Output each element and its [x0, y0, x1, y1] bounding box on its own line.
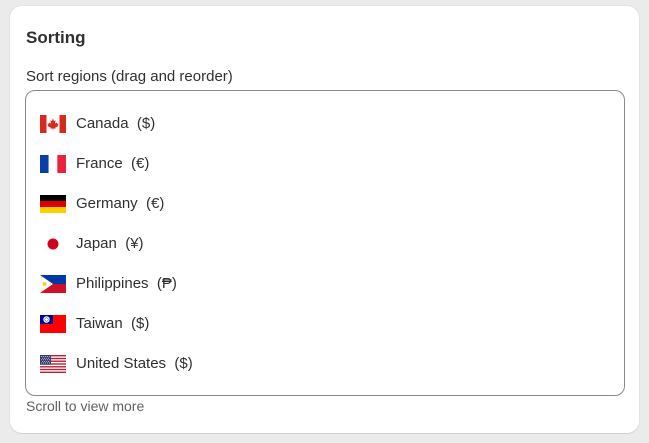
- region-currency: ($): [136, 115, 156, 132]
- region-currency: (€): [146, 195, 165, 212]
- region-name: Canada: [76, 115, 129, 132]
- region-currency: ($): [174, 355, 193, 372]
- region-item-united-states[interactable]: United States ($): [26, 344, 624, 384]
- region-item-canada[interactable]: Canada ($): [26, 104, 624, 144]
- region-label: Philippines (₱): [76, 275, 177, 293]
- region-list: Canada ($) France (€) Germany (€) Japan …: [26, 104, 624, 384]
- scroll-hint: Scroll to view more: [26, 398, 145, 414]
- region-name: Germany: [76, 195, 138, 212]
- region-name: United States: [76, 355, 167, 372]
- region-name: Taiwan: [76, 315, 123, 332]
- region-currency: (₱): [156, 275, 177, 292]
- japan-flag-icon: [40, 235, 66, 253]
- region-name: Philippines: [76, 275, 149, 292]
- region-label: Taiwan ($): [76, 315, 149, 333]
- region-label: Germany (€): [76, 195, 164, 213]
- region-item-philippines[interactable]: Philippines (₱): [26, 264, 624, 304]
- france-flag-icon: [40, 155, 66, 173]
- region-item-france[interactable]: France (€): [26, 144, 624, 184]
- germany-flag-icon: [40, 195, 66, 213]
- region-label: Canada ($): [76, 115, 155, 133]
- taiwan-flag-icon: [40, 315, 66, 333]
- region-label: United States ($): [76, 355, 193, 373]
- region-item-taiwan[interactable]: Taiwan ($): [26, 304, 624, 344]
- region-currency: (€): [131, 155, 150, 172]
- region-currency: ($): [131, 315, 150, 332]
- region-currency: (¥): [125, 235, 144, 252]
- canada-flag-icon: [40, 115, 66, 133]
- sortable-region-list[interactable]: Canada ($) France (€) Germany (€) Japan …: [25, 90, 625, 396]
- sort-regions-label: Sort regions (drag and reorder): [26, 68, 233, 85]
- united-states-flag-icon: [40, 355, 66, 373]
- region-label: Japan (¥): [76, 235, 144, 253]
- philippines-flag-icon: [40, 275, 66, 293]
- region-label: France (€): [76, 155, 149, 173]
- region-item-germany[interactable]: Germany (€): [26, 184, 624, 224]
- region-name: France: [76, 155, 123, 172]
- card-title: Sorting: [26, 28, 86, 47]
- region-item-japan[interactable]: Japan (¥): [26, 224, 624, 264]
- region-name: Japan: [76, 235, 117, 252]
- sorting-card: Sorting Sort regions (drag and reorder) …: [10, 6, 639, 433]
